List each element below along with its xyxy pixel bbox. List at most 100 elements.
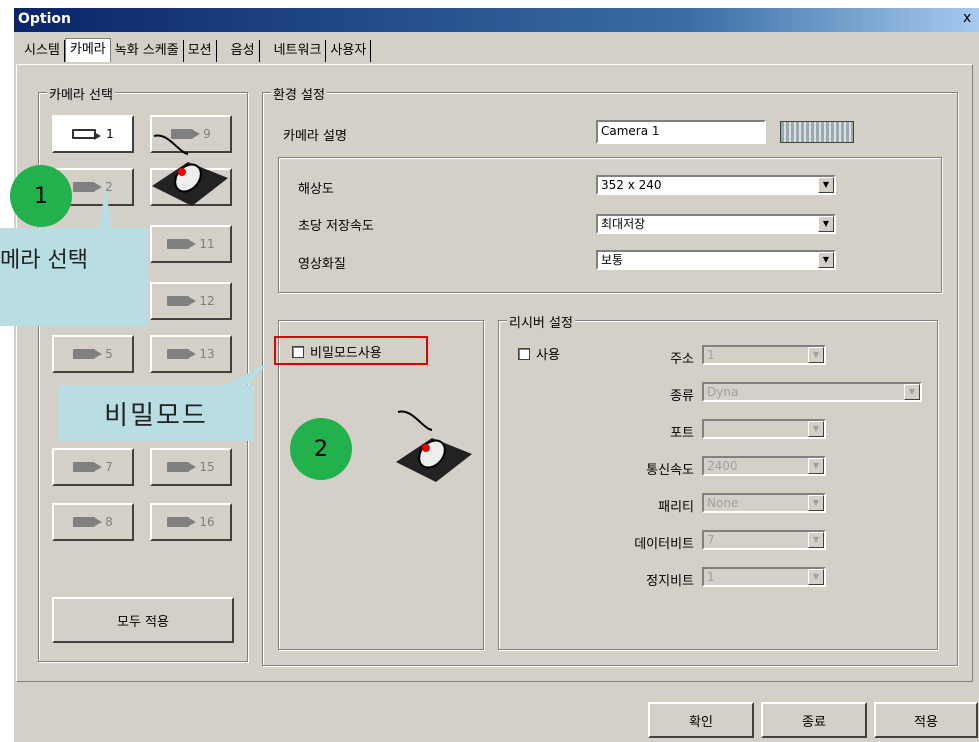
- resolution-select[interactable]: 352 x 240 ▼: [596, 175, 836, 195]
- callout2-text: 비밀모드: [104, 400, 208, 431]
- camera-icon: [167, 239, 197, 249]
- camera-button-15[interactable]: 15: [150, 448, 232, 486]
- port-select: ▼: [702, 419, 826, 439]
- type-value: Dyna: [707, 385, 739, 399]
- keyboard-icon[interactable]: [780, 121, 854, 143]
- camera-number: 1: [106, 127, 114, 141]
- title-bar: Option x: [14, 8, 979, 32]
- camera-icon: [72, 129, 102, 140]
- chevron-down-icon: ▼: [808, 421, 824, 437]
- address-select: 1 ▼: [702, 345, 826, 365]
- quality-value: 보통: [601, 253, 624, 267]
- camera-number: 11: [199, 237, 215, 251]
- close-icon[interactable]: x: [963, 10, 977, 28]
- chevron-down-icon[interactable]: ▼: [818, 252, 834, 268]
- type-label: 종류: [670, 389, 694, 404]
- callout1-text: 메라 선택: [0, 248, 88, 273]
- stopbits-value: 1: [707, 570, 715, 584]
- option-window: Option x 시스템 카메라 녹화 스케줄 모션 음성 네트워크 사용자 카…: [0, 0, 979, 742]
- chevron-down-icon: ▼: [808, 458, 824, 474]
- parity-select: None ▼: [702, 493, 826, 513]
- chevron-down-icon[interactable]: ▼: [818, 177, 834, 193]
- receiver-use-checkbox[interactable]: 사용: [518, 344, 560, 363]
- tab-record-schedule[interactable]: 녹화 스케줄: [111, 40, 184, 62]
- camera-icon: [73, 462, 103, 472]
- chevron-down-icon[interactable]: ▼: [818, 216, 834, 232]
- chevron-down-icon: ▼: [904, 384, 920, 400]
- exit-button[interactable]: 종료: [761, 702, 867, 738]
- camera-button-16[interactable]: 16: [150, 503, 232, 541]
- camera-desc-label: 카메라 설명: [283, 129, 347, 144]
- mouse-icon: [152, 134, 228, 206]
- type-select: Dyna ▼: [702, 382, 922, 402]
- camera-icon: [73, 349, 103, 359]
- receiver-label: 리시버 설정: [507, 312, 575, 331]
- callout2-number: 2: [290, 418, 352, 480]
- tab-user[interactable]: 사용자: [326, 40, 372, 62]
- camera-icon: [167, 517, 197, 527]
- tab-network[interactable]: 네트워크: [270, 40, 327, 62]
- camera-button-1[interactable]: 1: [52, 115, 134, 153]
- fps-label: 초당 저장속도: [298, 219, 374, 234]
- camera-number: 5: [105, 347, 113, 361]
- tab-system[interactable]: 시스템: [20, 40, 65, 62]
- camera-number: 12: [199, 294, 215, 308]
- tab-audio[interactable]: 음성: [227, 40, 260, 62]
- camera-desc-value: Camera 1: [601, 124, 660, 138]
- mouse-icon: [396, 410, 472, 482]
- tab-motion[interactable]: 모션: [184, 40, 217, 62]
- camera-button-12[interactable]: 12: [150, 282, 232, 320]
- baud-value: 2400: [707, 459, 738, 473]
- callout1-number: 1: [10, 165, 72, 227]
- parity-value: None: [707, 496, 739, 510]
- baud-select: 2400 ▼: [702, 456, 826, 476]
- databits-value: 7: [707, 533, 715, 547]
- camera-icon: [167, 296, 197, 306]
- ok-button[interactable]: 확인: [648, 702, 754, 738]
- databits-select: 7 ▼: [702, 530, 826, 550]
- camera-button-5[interactable]: 5: [52, 335, 134, 373]
- camera-number: 15: [199, 460, 215, 474]
- resolution-label: 해상도: [298, 182, 334, 197]
- address-value: 1: [707, 348, 715, 362]
- camera-icon: [167, 349, 197, 359]
- camera-desc-input[interactable]: Camera 1: [596, 120, 766, 144]
- databits-label: 데이터비트: [634, 537, 694, 552]
- camera-button-7[interactable]: 7: [52, 448, 134, 486]
- camera-number: 16: [199, 515, 215, 529]
- fps-select[interactable]: 최대저장 ▼: [596, 214, 836, 234]
- camera-button-8[interactable]: 8: [52, 503, 134, 541]
- callout-camera-select: 메라 선택: [0, 228, 148, 326]
- env-settings-label: 환경 설정: [271, 84, 327, 103]
- highlight-box: [274, 336, 428, 365]
- receiver-use-label: 사용: [536, 348, 560, 363]
- address-label: 주소: [670, 352, 694, 367]
- callout2-pointer: [220, 362, 270, 392]
- tab-strip: 시스템 카메라 녹화 스케줄 모션 음성 네트워크 사용자: [20, 38, 372, 62]
- fps-value: 최대저장: [601, 217, 646, 231]
- stopbits-label: 정지비트: [646, 574, 694, 589]
- camera-button-11[interactable]: 11: [150, 225, 232, 263]
- apply-button[interactable]: 적용: [874, 702, 978, 738]
- resolution-value: 352 x 240: [601, 178, 662, 192]
- receiver-group: 리시버 설정: [498, 312, 938, 650]
- tab-camera[interactable]: 카메라: [64, 38, 111, 62]
- camera-number: 8: [105, 515, 113, 529]
- window-title: Option: [18, 11, 71, 27]
- chevron-down-icon: ▼: [808, 347, 824, 363]
- quality-label: 영상화질: [298, 257, 346, 272]
- chevron-down-icon: ▼: [808, 495, 824, 511]
- parity-label: 패리티: [658, 500, 694, 515]
- camera-icon: [73, 517, 103, 527]
- apply-all-button[interactable]: 모두 적용: [52, 597, 234, 643]
- baud-label: 통신속도: [646, 463, 694, 478]
- checkbox-box[interactable]: [518, 347, 530, 360]
- quality-select[interactable]: 보통 ▼: [596, 250, 836, 270]
- port-label: 포트: [670, 426, 694, 441]
- stopbits-select: 1 ▼: [702, 567, 826, 587]
- chevron-down-icon: ▼: [808, 532, 824, 548]
- camera-select-label: 카메라 선택: [47, 84, 115, 103]
- camera-icon: [167, 462, 197, 472]
- chevron-down-icon: ▼: [808, 569, 824, 585]
- camera-number: 7: [105, 460, 113, 474]
